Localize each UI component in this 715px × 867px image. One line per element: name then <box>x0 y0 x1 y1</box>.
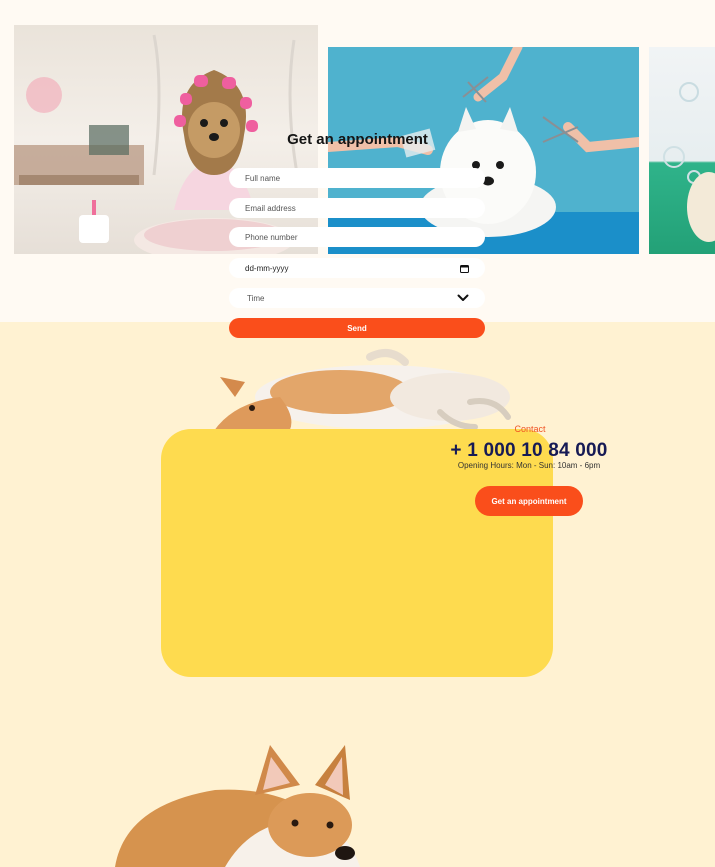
date-placeholder: dd-mm-yyyy <box>245 263 289 273</box>
time-placeholder: Time <box>247 293 265 303</box>
time-select[interactable]: Time <box>229 288 485 308</box>
westie-dog-grooming-scissors-photo <box>328 47 639 254</box>
corgi-lying-illustration <box>115 745 360 867</box>
date-input[interactable]: dd-mm-yyyy <box>229 258 485 278</box>
email-placeholder: Email address <box>245 203 296 213</box>
gallery-photo-westie[interactable] <box>328 47 639 254</box>
get-appointment-button[interactable]: Get an appointment <box>475 486 583 516</box>
appointment-title: Get an appointment <box>287 131 428 148</box>
chevron-down-icon <box>457 294 469 301</box>
contact-phone-number[interactable]: + 1 000 10 84 000 <box>420 440 638 462</box>
email-input[interactable]: Email address <box>229 198 485 218</box>
opening-hours: Opening Hours: Mon - Sun: 10am - 6pm <box>457 461 601 470</box>
full-name-input[interactable]: Full name <box>229 168 485 188</box>
phone-input[interactable]: Phone number <box>229 227 485 247</box>
phone-placeholder: Phone number <box>245 232 298 242</box>
calendar-icon[interactable] <box>460 264 469 273</box>
full-name-placeholder: Full name <box>245 173 281 183</box>
dog-bath-bubbles-photo <box>663 82 715 242</box>
send-button[interactable]: Send <box>229 318 485 338</box>
gallery-photo-bath[interactable] <box>649 47 715 254</box>
contact-label: Contact <box>514 424 546 434</box>
